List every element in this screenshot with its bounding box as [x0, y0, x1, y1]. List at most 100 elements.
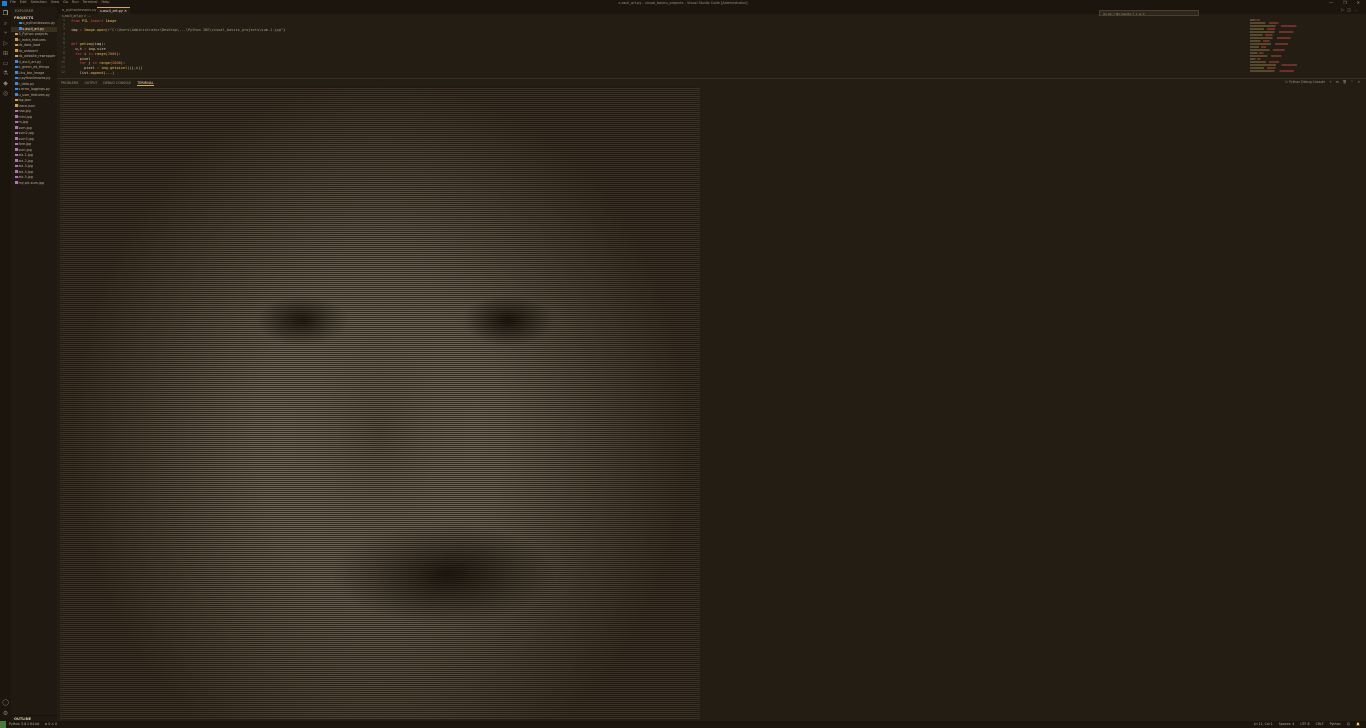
source-control-icon[interactable]: ⑂	[2, 30, 9, 37]
code-token: .open(	[94, 28, 108, 33]
minimap-line	[1250, 69, 1348, 73]
tab-label: s.ascii_art.py	[100, 9, 123, 13]
panel-tab-output[interactable]: OUTPUT	[84, 80, 97, 86]
file-tree-label: aix-4.jpg	[18, 169, 33, 174]
editor-actions: ▷ ◫ …	[1341, 8, 1358, 12]
file-tree-item[interactable]: my-pic-sum.jpg	[11, 181, 57, 187]
problems-count[interactable]: ⊗ 0 ⚠ 0	[45, 722, 58, 726]
file-tree-label: p.pythonlessons.py	[18, 76, 51, 80]
close-icon[interactable]: ✕	[1357, 1, 1360, 5]
terminal-ascii-art-output[interactable]	[60, 87, 700, 719]
remote-explorer-icon[interactable]: ▭	[2, 60, 9, 67]
testing-icon[interactable]: ⚗	[2, 70, 9, 77]
file-tree-label: aix-2.jpg	[18, 158, 33, 163]
image-file-icon	[15, 175, 18, 179]
code-editor[interactable]: 1 2 3 4 5 6 7 8 9 10 11 12 from PIL import Image img…	[57, 10, 1366, 78]
status-item[interactable]: 🔔	[1356, 722, 1360, 726]
code-token: .append	[88, 70, 104, 75]
code-token: r"C:\Users\Administrator\Desktop\...\Pyt…	[107, 28, 284, 33]
tab-ascii-art[interactable]: s.ascii_art.py ✕	[97, 7, 130, 14]
code-content[interactable]: from PIL import Image img = Image.open(r"…	[71, 19, 285, 75]
python-file-icon	[15, 87, 18, 91]
run-debug-icon[interactable]: ▷	[2, 40, 9, 47]
python-file-icon	[15, 60, 18, 63]
panel-tab-terminal[interactable]: TERMINAL	[137, 80, 154, 86]
status-item[interactable]: Python	[1330, 722, 1341, 726]
sidebar-header: EXPLORER	[15, 9, 34, 13]
file-tree-label: aix-3.jpg	[18, 164, 33, 168]
docker-icon[interactable]: ◆	[2, 80, 9, 87]
extensions-icon[interactable]: ⊞	[2, 50, 9, 57]
code-token: range	[99, 61, 110, 66]
status-item[interactable]: Spaces: 4	[1279, 722, 1295, 726]
new-terminal-icon[interactable]: +	[1329, 81, 1332, 84]
folder-icon	[15, 32, 18, 36]
file-tree-label: mini.jpg	[18, 114, 32, 119]
file-tree-label: o_pythonlessons.py	[22, 21, 56, 25]
panel-tabs: PROBLEMS OUTPUT DEBUG CONSOLE TERMINAL	[57, 80, 154, 86]
file-tree-label: ds_onboard	[18, 48, 38, 53]
file-tree-label: aix-1.jpg	[18, 153, 33, 157]
maximize-icon[interactable]: ❐	[1343, 1, 1347, 5]
account-icon[interactable]: ◯	[2, 699, 9, 706]
image-file-icon	[15, 126, 18, 129]
status-item[interactable]: CRLF	[1316, 722, 1324, 726]
panel-tab-problems[interactable]: PROBLEMS	[61, 80, 78, 86]
status-item[interactable]: UTF-8	[1300, 722, 1309, 726]
minimap[interactable]	[1250, 19, 1360, 77]
file-tree-label: k_green_ed_things	[18, 65, 50, 69]
python-icon[interactable]: ◎	[2, 90, 9, 97]
image-file-icon	[15, 109, 18, 113]
settings-gear-icon[interactable]: ⚙	[2, 710, 9, 717]
folder-icon	[15, 49, 18, 52]
maximize-panel-icon[interactable]: ^	[1351, 81, 1354, 84]
image-file-icon	[15, 153, 18, 157]
line-number: 12	[60, 69, 65, 74]
line-number-gutter: 1 2 3 4 5 6 7 8 9 10 11 12	[57, 19, 66, 75]
code-token: list	[71, 70, 89, 75]
close-icon[interactable]: ✕	[124, 9, 127, 13]
file-tree-label: my-pic-sum.jpg	[18, 180, 44, 185]
split-editor-icon[interactable]: ◫	[1347, 8, 1351, 12]
file-tree-label: r_data.py	[18, 81, 35, 86]
image-file-icon	[15, 115, 18, 118]
python-file-icon	[15, 65, 18, 69]
file-icon	[15, 104, 18, 107]
python-file-icon	[15, 82, 18, 85]
code-token: pixel	[71, 56, 91, 61]
folder-icon	[15, 54, 18, 58]
tab-label: o_pythonlessons.py	[62, 8, 97, 12]
minimize-icon[interactable]: —	[1329, 1, 1333, 5]
tab-o-pythonlessons[interactable]: o_pythonlessons.py	[59, 7, 100, 14]
title-bar: File Edit Selection View Go Run Terminal Help s…	[0, 0, 1366, 7]
run-icon[interactable]: ▷	[1341, 8, 1344, 12]
file-tree-label: c_extra_features	[18, 37, 46, 42]
panel-tab-debug-console[interactable]: DEBUG CONSOLE	[103, 80, 131, 86]
code-token: import	[90, 19, 106, 23]
folder-icon	[15, 43, 18, 47]
window-title: s.ascii_art.py - visual_basics_projects …	[618, 0, 748, 5]
code-token: range	[94, 51, 106, 56]
find-widget[interactable]: Aa ab .* No results ↑ ↓ ≡ ✕	[1099, 10, 1199, 16]
terminal-select[interactable]: 1: Python Debug Console	[1285, 81, 1325, 84]
file-tree-label: log.json	[18, 98, 32, 102]
remote-indicator-icon[interactable]	[0, 721, 6, 728]
code-token: getimg	[79, 42, 93, 47]
status-item[interactable]: Ln 11, Col 1	[1254, 722, 1273, 726]
python-interpreter[interactable]: Python 3.8.2 64-bit	[9, 722, 40, 726]
python-file-icon	[15, 93, 18, 96]
search-icon[interactable]: ⌕	[2, 20, 9, 27]
image-file-icon	[15, 164, 18, 168]
code-token: img.getpixel	[101, 65, 128, 70]
split-terminal-icon[interactable]: ⊟	[1336, 81, 1339, 84]
more-actions-icon[interactable]: …	[1354, 8, 1358, 12]
activity-bar: ❐ ⌕ ⑂ ▷ ⊞ ▭ ⚗ ◆ ◎ ◯ ⚙	[0, 7, 11, 721]
file-tree-label: m.jpg	[18, 120, 28, 124]
explorer-icon[interactable]: ❐	[2, 10, 9, 17]
status-bar: Python 3.8.2 64-bit ⊗ 0 ⚠ 0 Ln 11, Col 1…	[0, 721, 1366, 728]
trash-icon[interactable]: 🗑	[1343, 81, 1347, 84]
status-item[interactable]: ☺	[1347, 722, 1350, 726]
explorer-sidebar: EXPLORER PROJECTS o_pythonlessons.py s.as…	[11, 7, 58, 721]
close-panel-icon[interactable]: ✕	[1357, 81, 1360, 84]
window-controls: — ❐ ✕	[1329, 1, 1360, 5]
